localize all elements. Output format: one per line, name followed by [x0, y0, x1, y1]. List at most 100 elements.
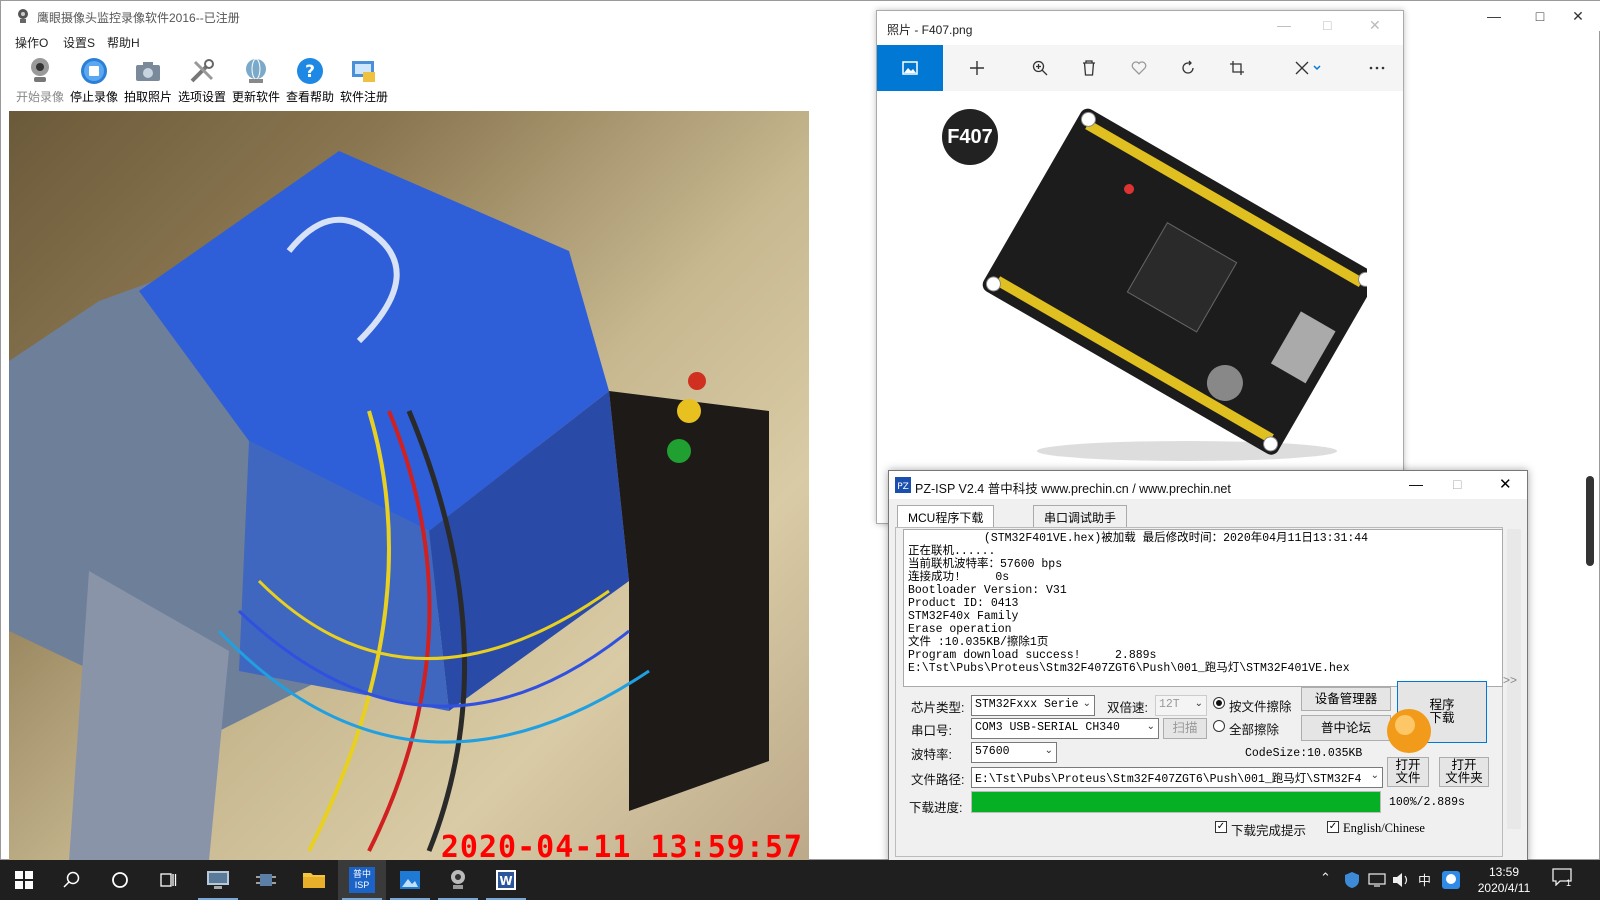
isp-taskbar-label-bottom: ISP [354, 880, 370, 890]
chevron-down-icon: ⌄ [1146, 722, 1155, 733]
security-shield-icon[interactable] [1344, 871, 1360, 889]
baud-value: 57600 [975, 745, 1010, 758]
chevron-down-icon: ⌄ [1082, 699, 1091, 710]
photos-maximize-button[interactable]: □ [1323, 17, 1331, 33]
menu-bar: 操作O 设置S 帮助H [1, 31, 801, 53]
options-button[interactable]: 选项设置 [175, 53, 229, 109]
taskbar-app-1[interactable] [194, 860, 242, 900]
cortana-button[interactable] [96, 860, 144, 900]
side-slider[interactable] [1586, 476, 1594, 566]
zoom-in-button[interactable] [1017, 45, 1063, 91]
erase-by-file-radio[interactable] [1213, 697, 1225, 709]
expand-arrow-icon[interactable]: >> [1503, 673, 1517, 687]
taskbar-app-2[interactable] [242, 860, 290, 900]
help-label: 查看帮助 [285, 90, 334, 104]
update-label: 更新软件 [231, 90, 280, 104]
volume-icon[interactable] [1392, 872, 1410, 888]
qq-icon[interactable] [1442, 871, 1460, 889]
chip-type-select[interactable]: STM32Fxxx Serie ⌄ [971, 695, 1095, 716]
view-image-button[interactable] [877, 45, 943, 91]
menu-operate[interactable]: 操作O [15, 34, 48, 51]
port-value: COM3 USB-SERIAL CH340 [975, 721, 1120, 734]
baud-label: 波特率: [911, 748, 952, 762]
task-view-icon [160, 873, 177, 887]
isp-titlebar[interactable]: PZ PZ-ISP V2.4 普中科技 www.prechin.cn / www… [889, 471, 1527, 499]
notification-count: 1 [1566, 878, 1572, 888]
photos-window: 照片 - F407.png — □ ✕ F407 [876, 10, 1404, 524]
open-file-button[interactable]: 打开 文件 [1387, 757, 1429, 787]
chevron-down-icon: ⌄ [1044, 746, 1053, 757]
notify-checkbox[interactable]: ✓ [1215, 821, 1227, 833]
tab-serial-assistant[interactable]: 串口调试助手 [1033, 505, 1128, 527]
folder-icon [303, 873, 325, 888]
close-button[interactable]: ✕ [1555, 1, 1600, 31]
search-button[interactable] [48, 860, 96, 900]
progress-bar-fill [972, 792, 1380, 812]
file-path-select[interactable]: E:\Tst\Pubs\Proteus\Stm32F407ZGT6\Push\0… [971, 767, 1383, 788]
chevron-down-icon: ⌄ [1370, 771, 1379, 782]
start-record-button[interactable]: 开始录像 [13, 53, 67, 109]
camera-frame-image [9, 151, 769, 861]
monitor-app-icon [207, 871, 229, 889]
double-speed-select[interactable]: 12T ⌄ [1155, 695, 1207, 716]
crop-button[interactable] [1214, 45, 1260, 91]
edit-button[interactable] [1285, 45, 1331, 91]
isp-close-button[interactable]: ✕ [1499, 475, 1512, 493]
add-button[interactable] [954, 45, 1000, 91]
clock[interactable]: 13:59 2020/4/11 [1468, 864, 1540, 896]
chip-type-label: 芯片类型: [911, 701, 965, 715]
forum-button[interactable]: 普中论坛 [1301, 715, 1391, 741]
scan-button[interactable]: 扫描 [1163, 718, 1207, 739]
menu-settings[interactable]: 设置S [63, 34, 95, 51]
search-icon [63, 871, 80, 888]
photos-minimize-button[interactable]: — [1277, 17, 1291, 33]
update-button[interactable]: 更新软件 [229, 53, 283, 109]
delete-icon [1083, 60, 1095, 76]
taskbar-word[interactable]: W [482, 860, 530, 900]
minimize-button[interactable]: — [1471, 1, 1517, 31]
register-button[interactable]: 软件注册 [337, 53, 391, 109]
isp-minimize-button[interactable]: — [1409, 476, 1423, 492]
stop-record-button[interactable]: 停止录像 [67, 53, 121, 109]
more-button[interactable] [1354, 45, 1400, 91]
take-photo-button[interactable]: 拍取照片 [121, 53, 175, 109]
action-center-button[interactable]: 1 [1552, 868, 1576, 892]
erase-all-radio[interactable] [1213, 720, 1225, 732]
language-checkbox[interactable]: ✓ [1327, 821, 1339, 833]
favorite-button[interactable] [1116, 45, 1162, 91]
taskbar-photos[interactable] [386, 860, 434, 900]
taskbar-file-explorer[interactable] [290, 860, 338, 900]
svg-text:PZ: PZ [897, 482, 909, 492]
network-icon[interactable] [1368, 872, 1386, 888]
file-path-value: E:\Tst\Pubs\Proteus\Stm32F407ZGT6\Push\0… [975, 773, 1362, 786]
progress-track [971, 791, 1381, 813]
double-speed-label: 双倍速: [1107, 701, 1148, 715]
progress-label: 下载进度: [909, 801, 963, 815]
tab-mcu-download[interactable]: MCU程序下载 [897, 505, 995, 527]
photos-app-icon [400, 871, 420, 889]
delete-button[interactable] [1066, 45, 1112, 91]
open-folder-button[interactable]: 打开 文件夹 [1439, 757, 1489, 787]
menu-help[interactable]: 帮助H [107, 34, 140, 51]
taskbar-camera-app[interactable] [434, 860, 482, 900]
photos-close-button[interactable]: ✕ [1369, 17, 1381, 34]
photos-toolbar [877, 45, 1403, 91]
start-button[interactable] [0, 860, 48, 900]
ime-indicator[interactable]: 中 [1418, 870, 1431, 889]
port-select[interactable]: COM3 USB-SERIAL CH340 ⌄ [971, 718, 1159, 739]
show-hidden-icons-button[interactable]: ⌃ [1320, 870, 1331, 886]
task-view-button[interactable] [144, 860, 192, 900]
help-button[interactable]: ? 查看帮助 [283, 53, 337, 109]
register-label: 软件注册 [339, 90, 388, 104]
clock-date: 2020/4/11 [1477, 881, 1531, 895]
isp-maximize-button[interactable]: □ [1453, 476, 1461, 492]
word-icon: W [496, 870, 516, 890]
isp-taskbar-icon: 普中 ISP [349, 867, 375, 893]
baud-select[interactable]: 57600 ⌄ [971, 742, 1057, 763]
notify-label: 下载完成提示 [1231, 824, 1307, 838]
help-icon: ? [297, 58, 323, 84]
windows-icon [15, 871, 33, 889]
rotate-button[interactable] [1165, 45, 1211, 91]
taskbar-pz-isp[interactable]: 普中 ISP [338, 860, 386, 900]
device-manager-button[interactable]: 设备管理器 [1301, 687, 1391, 711]
